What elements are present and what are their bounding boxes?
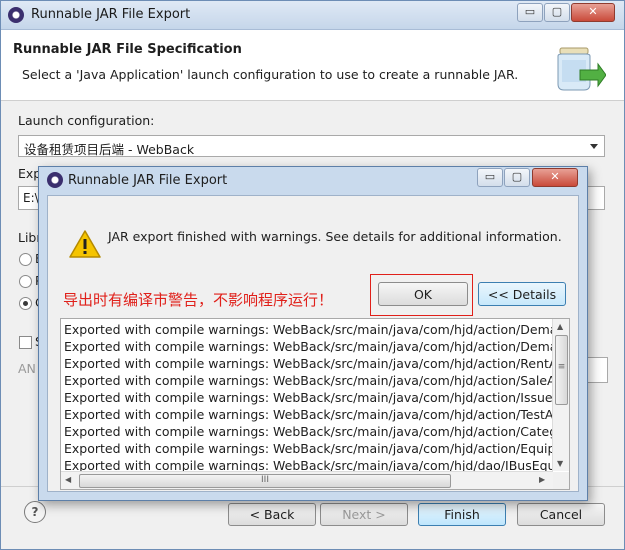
wizard-header: Runnable JAR File Specification Select a…: [1, 30, 624, 101]
scroll-left-icon[interactable]: ◀: [65, 475, 71, 484]
close-button[interactable]: ✕: [571, 3, 615, 22]
help-icon[interactable]: ?: [24, 501, 46, 523]
list-item: Exported with compile warnings: WebBack/…: [64, 390, 570, 405]
vertical-scroll-grip: ≡: [557, 362, 566, 372]
horizontal-scroll-thumb[interactable]: III: [79, 474, 451, 488]
radio-copy[interactable]: [19, 297, 32, 310]
window-titlebar[interactable]: Runnable JAR File Export ▭ ▢ ✕: [1, 1, 624, 30]
page-description: Select a 'Java Application' launch confi…: [22, 67, 519, 82]
eclipse-app-icon: [47, 172, 63, 188]
vertical-scrollbar[interactable]: ▲ ≡ ▼: [552, 319, 569, 471]
launch-config-combo[interactable]: 设备租赁项目后端 - WebBack: [18, 135, 605, 157]
jar-export-icon: [557, 47, 606, 91]
ant-script-label: AN: [18, 361, 36, 376]
dialog-maximize-button[interactable]: ▢: [504, 168, 530, 187]
minimize-button[interactable]: ▭: [517, 3, 543, 22]
scroll-down-icon[interactable]: ▼: [557, 459, 563, 468]
dialog-minimize-button[interactable]: ▭: [477, 168, 503, 187]
dialog-body: JAR export finished with warnings. See d…: [47, 195, 579, 492]
save-ant-checkbox[interactable]: [19, 336, 32, 349]
scroll-right-icon[interactable]: ▶: [539, 475, 545, 484]
chevron-down-icon: [590, 144, 598, 149]
export-result-dialog: Runnable JAR File Export ▭ ▢ ✕ JAR expor…: [38, 166, 588, 501]
launch-config-label: Launch configuration:: [18, 113, 155, 128]
details-log-list[interactable]: Exported with compile warnings: WebBack/…: [60, 318, 570, 490]
list-item: Exported with compile warnings: WebBack/…: [64, 322, 570, 337]
ant-script-input[interactable]: [586, 357, 608, 383]
ok-button[interactable]: OK: [378, 282, 468, 306]
horizontal-scrollbar[interactable]: ◀ III ▶: [61, 471, 553, 489]
warning-icon: [69, 230, 101, 258]
vertical-scroll-thumb[interactable]: ≡: [555, 335, 568, 405]
dialog-message: JAR export finished with warnings. See d…: [108, 229, 562, 244]
scroll-corner: [553, 472, 569, 489]
window-title: Runnable JAR File Export: [31, 7, 191, 22]
warning-annotation: 导出时有编译市警告，不影响程序运行！: [63, 291, 334, 309]
list-item: Exported with compile warnings: WebBack/…: [64, 373, 570, 388]
maximize-button[interactable]: ▢: [544, 3, 570, 22]
list-item: Exported with compile warnings: WebBack/…: [64, 441, 570, 456]
cancel-button[interactable]: Cancel: [517, 503, 605, 526]
dialog-close-button[interactable]: ✕: [532, 168, 578, 187]
finish-button[interactable]: Finish: [418, 503, 506, 526]
details-button[interactable]: << Details: [478, 282, 566, 306]
radio-extract[interactable]: [19, 253, 32, 266]
export-destination-value: E:\: [23, 191, 39, 205]
list-item: Exported with compile warnings: WebBack/…: [64, 407, 570, 422]
list-item: Exported with compile warnings: WebBack/…: [64, 356, 570, 371]
list-item: Exported with compile warnings: WebBack/…: [64, 424, 570, 439]
eclipse-app-icon: [8, 7, 24, 23]
launch-config-value: 设备租赁项目后端 - WebBack: [24, 142, 195, 157]
scroll-up-icon[interactable]: ▲: [557, 322, 563, 331]
next-button[interactable]: Next >: [320, 503, 408, 526]
radio-package[interactable]: [19, 275, 32, 288]
list-item: Exported with compile warnings: WebBack/…: [64, 339, 570, 354]
dialog-title: Runnable JAR File Export: [68, 173, 228, 188]
page-title: Runnable JAR File Specification: [13, 42, 242, 57]
back-button[interactable]: < Back: [228, 503, 316, 526]
